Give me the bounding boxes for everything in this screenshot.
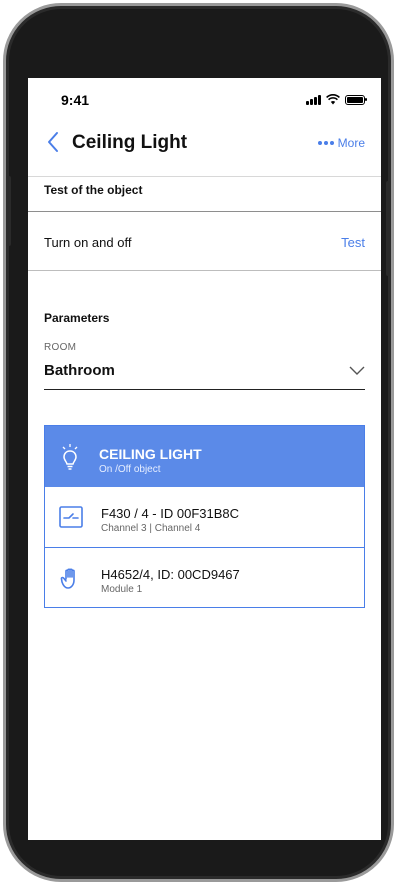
device-subtitle: Module 1 xyxy=(101,584,143,595)
more-dots-icon xyxy=(317,141,334,145)
object-card-header[interactable]: CEILING LIGHT On /Off object xyxy=(45,426,364,487)
screen: 9:41 Ceiling Light More Test of the obje… xyxy=(28,78,381,840)
chevron-down-icon[interactable] xyxy=(349,364,365,376)
device-row[interactable]: H4652/4, ID: 00CD9467 Module 1 xyxy=(45,547,364,607)
parameters-heading: Parameters xyxy=(44,311,110,325)
object-card-title: CEILING LIGHT xyxy=(99,446,202,462)
status-bar: 9:41 xyxy=(28,90,381,110)
device-title: F430 / 4 - ID 00F31B8C xyxy=(101,506,240,521)
phone-frame: 9:41 Ceiling Light More Test of the obje… xyxy=(3,3,394,882)
page-title: Ceiling Light xyxy=(72,132,188,153)
more-button[interactable]: More xyxy=(317,136,365,150)
hand-icon xyxy=(60,568,75,589)
wifi-icon xyxy=(326,94,340,105)
lightbulb-icon xyxy=(62,444,78,470)
test-row[interactable]: Turn on and off Test xyxy=(28,212,381,270)
room-underline xyxy=(44,389,365,390)
status-icons xyxy=(306,94,367,105)
test-section-heading: Test of the object xyxy=(44,183,143,197)
device-subtitle: Channel 3 | Channel 4 xyxy=(101,523,201,534)
room-value: Bathroom xyxy=(44,362,115,379)
volume-button xyxy=(6,176,11,246)
divider xyxy=(28,176,381,177)
divider xyxy=(28,270,381,271)
back-chevron-icon[interactable] xyxy=(44,128,64,156)
object-card-subtitle: On /Off object xyxy=(99,464,161,475)
test-row-label: Turn on and off xyxy=(44,235,132,250)
signal-icon xyxy=(306,94,321,105)
more-label: More xyxy=(337,136,365,150)
device-row[interactable]: F430 / 4 - ID 00F31B8C Channel 3 | Chann… xyxy=(45,487,364,547)
test-button[interactable]: Test xyxy=(341,235,365,250)
device-title: H4652/4, ID: 00CD9467 xyxy=(101,567,240,582)
battery-icon xyxy=(345,94,367,105)
room-label: ROOM xyxy=(44,342,77,353)
power-button xyxy=(386,181,391,276)
switch-icon xyxy=(59,506,83,528)
status-time: 9:41 xyxy=(61,92,90,108)
object-card: CEILING LIGHT On /Off object F430 / 4 - … xyxy=(44,425,365,608)
nav-header: Ceiling Light More xyxy=(28,126,381,162)
